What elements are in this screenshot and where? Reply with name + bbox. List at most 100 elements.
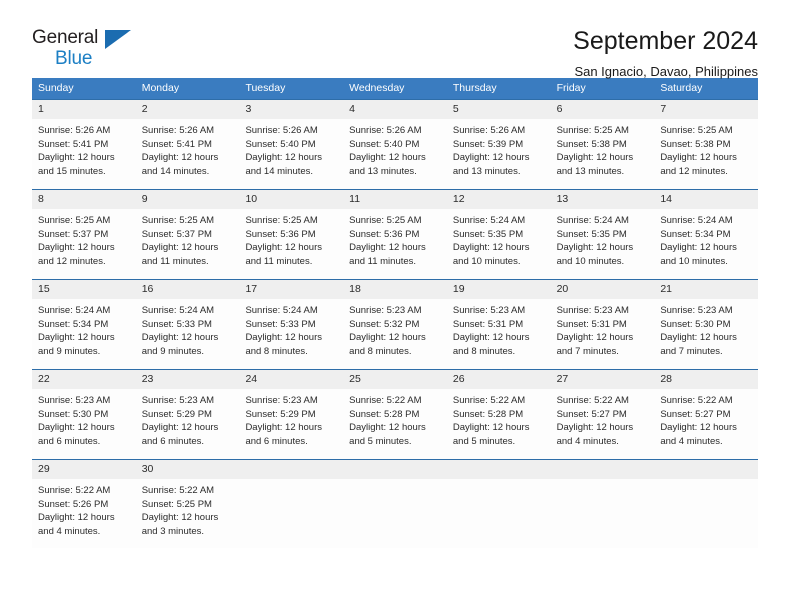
day-cell-16[interactable]: 16 Sunrise: 5:24 AM Sunset: 5:33 PM Dayligh… xyxy=(135,280,240,369)
day-cell-29[interactable]: 29 Sunrise: 5:22 AM Sunset: 5:26 PM Dayligh… xyxy=(32,460,136,548)
day-cell-12[interactable]: 12 Sunrise: 5:24 AM Sunset: 5:35 PM Dayligh… xyxy=(446,190,551,279)
sunrise-text: Sunrise: 5:23 AM xyxy=(660,305,733,316)
sunrise-text: Sunrise: 5:24 AM xyxy=(452,215,526,226)
daylight-text-cont: and 14 minutes. xyxy=(141,165,210,177)
day-details: Sunrise: 5:25 AM Sunset: 5:36 PM Daylight:… xyxy=(239,209,343,268)
sunset-text: Sunset: 5:31 PM xyxy=(452,318,524,330)
day-number-band: 18 xyxy=(343,280,447,299)
day-details: Sunrise: 5:26 AM Sunset: 5:39 PM Daylight:… xyxy=(447,119,551,178)
generalblue-logo[interactable]: General Blue xyxy=(32,26,152,72)
day-cell-8[interactable]: 8 Sunrise: 5:25 AM Sunset: 5:37 PM Daylight… xyxy=(32,190,136,279)
day-cell-15[interactable]: 15 Sunrise: 5:24 AM Sunset: 5:34 PM Dayligh… xyxy=(32,280,136,369)
daylight-text-cont: and 4 minutes. xyxy=(556,435,619,447)
weekday-header-saturday: Saturday xyxy=(660,82,703,94)
day-cell-17[interactable]: 17 Sunrise: 5:24 AM Sunset: 5:33 PM Dayligh… xyxy=(239,280,344,369)
daylight-text: Daylight: 12 hours xyxy=(452,152,530,164)
day-cell-6[interactable]: 6 Sunrise: 5:25 AM Sunset: 5:38 PM Daylight… xyxy=(550,100,655,189)
daylight-text-cont: and 6 minutes. xyxy=(245,435,308,447)
day-number: 14 xyxy=(660,193,672,205)
day-details xyxy=(551,479,655,484)
day-details xyxy=(343,479,447,484)
sunrise-text: Sunrise: 5:23 AM xyxy=(38,395,111,406)
day-cell-4[interactable]: 4 Sunrise: 5:26 AM Sunset: 5:40 PM Daylight… xyxy=(343,100,447,189)
daylight-text-cont: and 5 minutes. xyxy=(452,435,516,447)
day-details: Sunrise: 5:23 AM Sunset: 5:29 PM Daylight:… xyxy=(239,389,343,448)
day-number-band xyxy=(550,460,655,479)
day-number-band: 27 xyxy=(550,370,655,389)
day-number: 6 xyxy=(556,103,563,115)
day-details: Sunrise: 5:22 AM Sunset: 5:27 PM Daylight:… xyxy=(654,389,758,448)
day-details xyxy=(239,479,343,484)
day-cell-14[interactable]: 14 Sunrise: 5:24 AM Sunset: 5:34 PM Dayligh… xyxy=(654,190,759,279)
day-cell-9[interactable]: 9 Sunrise: 5:25 AM Sunset: 5:37 PM Daylight… xyxy=(135,190,240,279)
weekday-header-wednesday: Wednesday xyxy=(349,82,405,94)
day-cell-5[interactable]: 5 Sunrise: 5:26 AM Sunset: 5:39 PM Daylight… xyxy=(446,100,551,189)
sunset-text: Sunset: 5:32 PM xyxy=(349,318,420,330)
day-number-band: 9 xyxy=(135,190,240,209)
day-cell-26[interactable]: 26 Sunrise: 5:22 AM Sunset: 5:28 PM Dayligh… xyxy=(446,370,551,459)
day-number: 16 xyxy=(141,283,154,295)
calendar-week-row: 1 Sunrise: 5:26 AM Sunset: 5:41 PM Daylight… xyxy=(32,99,759,189)
day-cell-20[interactable]: 20 Sunrise: 5:23 AM Sunset: 5:31 PM Dayligh… xyxy=(550,280,655,369)
daylight-text: Daylight: 12 hours xyxy=(660,332,737,344)
day-number: 2 xyxy=(141,103,148,115)
day-cell-24[interactable]: 24 Sunrise: 5:23 AM Sunset: 5:29 PM Dayligh… xyxy=(239,370,344,459)
day-number: 18 xyxy=(349,283,361,295)
day-number: 21 xyxy=(660,283,672,295)
day-cell-19[interactable]: 19 Sunrise: 5:23 AM Sunset: 5:31 PM Dayligh… xyxy=(446,280,551,369)
day-cell-18[interactable]: 18 Sunrise: 5:23 AM Sunset: 5:32 PM Dayligh… xyxy=(343,280,447,369)
sunrise-text: Sunrise: 5:23 AM xyxy=(141,395,215,406)
sunrise-text: Sunrise: 5:23 AM xyxy=(349,305,422,316)
day-cell-28[interactable]: 28 Sunrise: 5:22 AM Sunset: 5:27 PM Dayligh… xyxy=(654,370,759,459)
day-details: Sunrise: 5:23 AM Sunset: 5:30 PM Daylight:… xyxy=(654,299,758,358)
day-cell-3[interactable]: 3 Sunrise: 5:26 AM Sunset: 5:40 PM Daylight… xyxy=(239,100,344,189)
logo-text-general: General xyxy=(32,27,99,48)
day-number-band xyxy=(446,460,551,479)
day-number-band: 19 xyxy=(446,280,551,299)
sunset-text: Sunset: 5:33 PM xyxy=(245,318,316,330)
day-cell-10[interactable]: 10 Sunrise: 5:25 AM Sunset: 5:36 PM Dayligh… xyxy=(239,190,344,279)
day-cell-30[interactable]: 30 Sunrise: 5:22 AM Sunset: 5:25 PM Dayligh… xyxy=(135,460,240,548)
day-cell-13[interactable]: 13 Sunrise: 5:24 AM Sunset: 5:35 PM Dayligh… xyxy=(550,190,655,279)
day-number-band: 25 xyxy=(343,370,447,389)
day-number-band: 29 xyxy=(32,460,136,479)
day-number: 15 xyxy=(38,283,50,295)
day-cell-7[interactable]: 7 Sunrise: 5:25 AM Sunset: 5:38 PM Daylight… xyxy=(654,100,759,189)
day-cell-2[interactable]: 2 Sunrise: 5:26 AM Sunset: 5:41 PM Daylight… xyxy=(135,100,240,189)
day-cell-1[interactable]: 1 Sunrise: 5:26 AM Sunset: 5:41 PM Daylight… xyxy=(32,100,136,189)
calendar-week-row: 15 Sunrise: 5:24 AM Sunset: 5:34 PM Dayligh… xyxy=(32,279,759,369)
day-number-band: 12 xyxy=(446,190,551,209)
day-cell-21[interactable]: 21 Sunrise: 5:23 AM Sunset: 5:30 PM Dayligh… xyxy=(654,280,759,369)
day-number-band: 28 xyxy=(654,370,759,389)
day-number-band: 8 xyxy=(32,190,136,209)
calendar-week-row: 29 Sunrise: 5:22 AM Sunset: 5:26 PM Dayligh… xyxy=(32,459,759,548)
sunset-text: Sunset: 5:41 PM xyxy=(141,138,212,150)
day-cell-empty xyxy=(654,460,759,548)
day-cell-22[interactable]: 22 Sunrise: 5:23 AM Sunset: 5:30 PM Dayligh… xyxy=(32,370,136,459)
day-number-band: 7 xyxy=(654,100,759,119)
day-cell-25[interactable]: 25 Sunrise: 5:22 AM Sunset: 5:28 PM Dayligh… xyxy=(343,370,447,459)
sunrise-text: Sunrise: 5:22 AM xyxy=(38,485,111,496)
day-number-band: 17 xyxy=(239,280,344,299)
weekday-header-thursday: Thursday xyxy=(452,82,497,94)
day-cell-empty xyxy=(343,460,447,548)
daylight-text: Daylight: 12 hours xyxy=(245,152,323,164)
weekday-header-monday: Monday xyxy=(141,82,180,94)
day-cell-23[interactable]: 23 Sunrise: 5:23 AM Sunset: 5:29 PM Dayligh… xyxy=(135,370,240,459)
sunrise-text: Sunrise: 5:22 AM xyxy=(660,395,733,406)
sunset-text: Sunset: 5:27 PM xyxy=(556,408,627,420)
daylight-text-cont: and 8 minutes. xyxy=(349,345,412,357)
day-details: Sunrise: 5:22 AM Sunset: 5:26 PM Daylight:… xyxy=(32,479,136,538)
day-number: 3 xyxy=(245,103,252,115)
day-cell-11[interactable]: 11 Sunrise: 5:25 AM Sunset: 5:36 PM Dayligh… xyxy=(343,190,447,279)
day-number: 26 xyxy=(452,373,465,385)
daylight-text-cont: and 10 minutes. xyxy=(556,255,625,267)
page-title: September 2024 xyxy=(573,27,758,55)
day-cell-27[interactable]: 27 Sunrise: 5:22 AM Sunset: 5:27 PM Dayligh… xyxy=(550,370,655,459)
sunset-text: Sunset: 5:33 PM xyxy=(141,318,212,330)
daylight-text-cont: and 4 minutes. xyxy=(660,435,723,447)
day-details: Sunrise: 5:24 AM Sunset: 5:34 PM Daylight:… xyxy=(654,209,758,268)
sunrise-text: Sunrise: 5:25 AM xyxy=(556,125,629,136)
daylight-text-cont: and 11 minutes. xyxy=(141,255,209,267)
sunset-text: Sunset: 5:28 PM xyxy=(349,408,420,420)
